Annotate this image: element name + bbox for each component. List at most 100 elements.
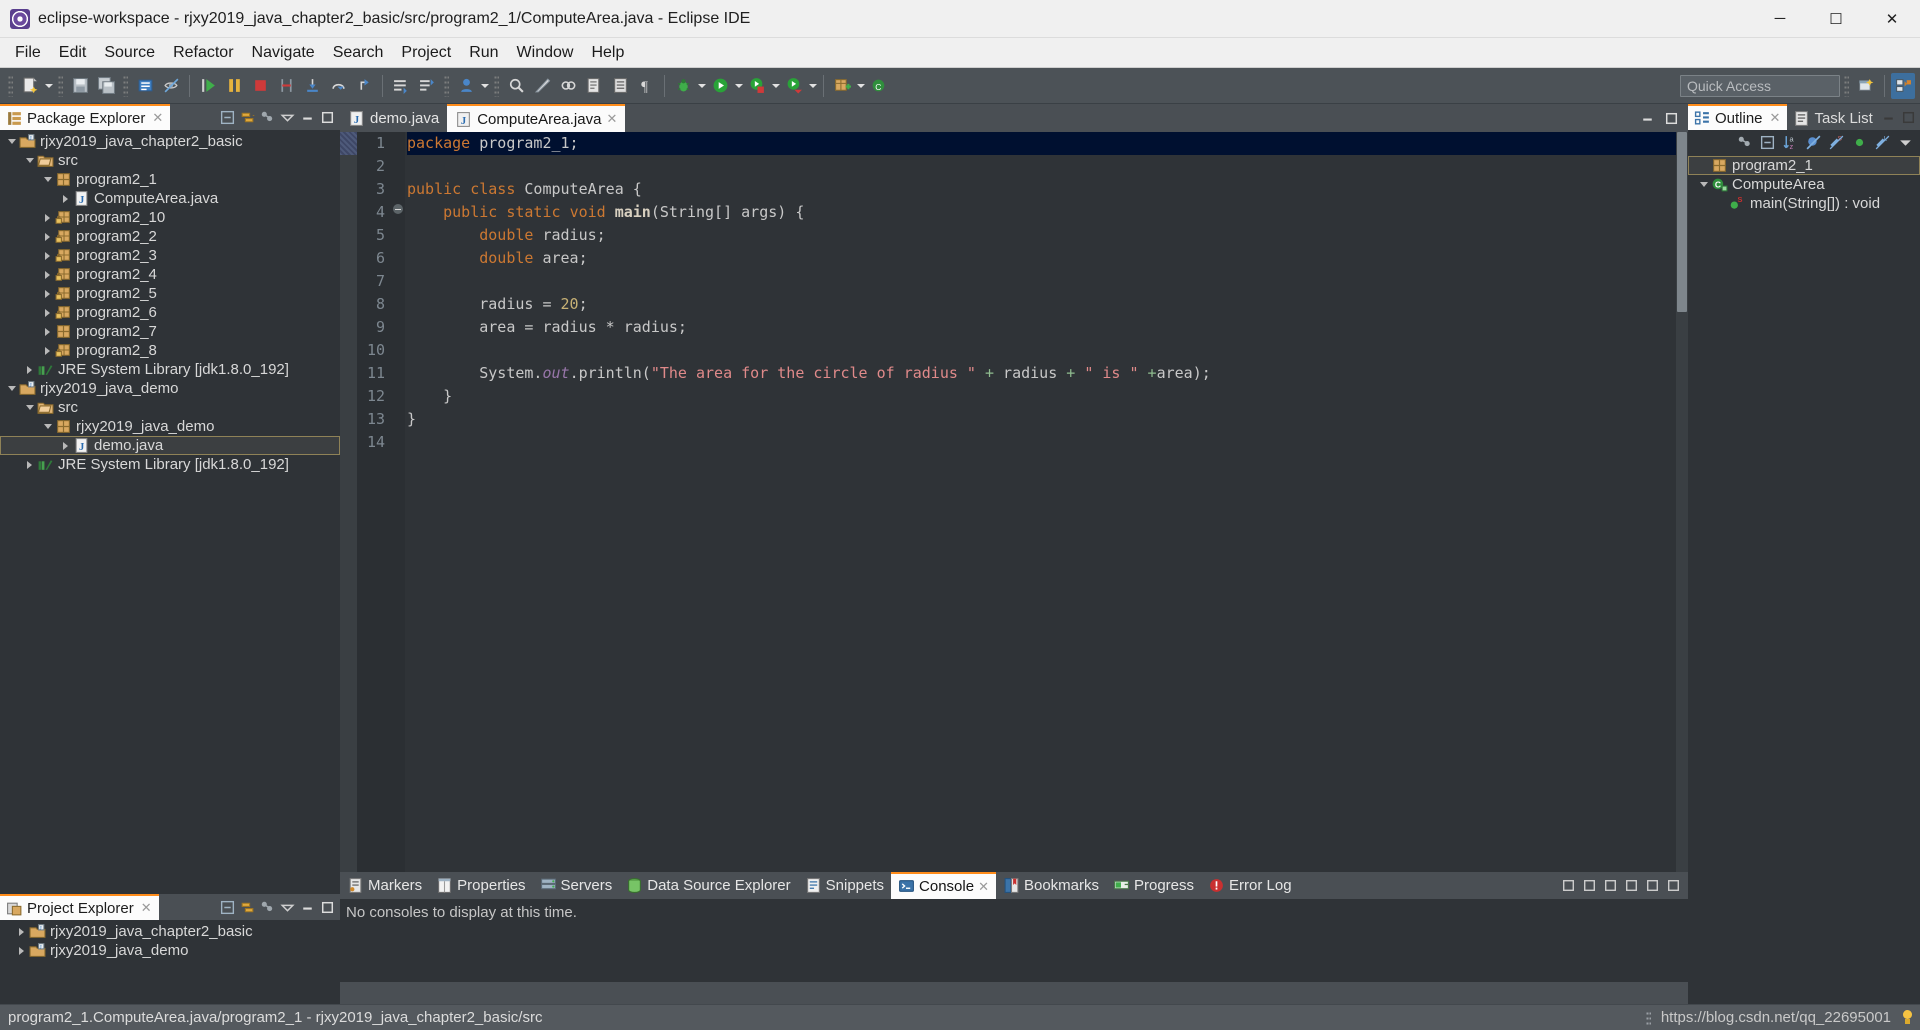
tree-row[interactable]: Jdemo.java [0, 436, 340, 455]
twisty-expanded-icon[interactable] [40, 417, 55, 436]
twisty-collapsed-icon[interactable] [40, 284, 55, 303]
minimize-icon[interactable] [298, 898, 316, 916]
twisty-collapsed-icon[interactable] [58, 189, 73, 208]
editor-tab-computearea[interactable]: J ComputeArea.java ✕ [447, 104, 626, 132]
code-line[interactable]: public class ComputeArea { [407, 178, 1688, 201]
maximize-button[interactable]: ☐ [1808, 0, 1864, 37]
menu-run[interactable]: Run [460, 40, 507, 66]
twisty-collapsed-icon[interactable] [40, 322, 55, 341]
run-icon[interactable] [708, 73, 732, 99]
twisty-collapsed-icon[interactable] [14, 941, 29, 960]
code-line[interactable] [407, 431, 1688, 454]
run-external-icon[interactable] [745, 73, 769, 99]
tree-row[interactable]: src [0, 151, 340, 170]
new-java-project-dropdown[interactable] [479, 73, 490, 99]
chevron-down-icon[interactable] [1896, 133, 1914, 151]
collapse-all-icon[interactable] [218, 898, 236, 916]
code-editor[interactable]: 1 2 3 4 5 6 7 8 9 10 11 12 13 14 package program2_1; … [340, 132, 1688, 872]
coverage-dropdown[interactable] [807, 73, 818, 99]
hide-nonpublic-icon[interactable] [1850, 133, 1868, 151]
bottom-tab-close[interactable]: ✕ [978, 879, 989, 895]
outline-maximize-button[interactable] [1900, 108, 1918, 126]
debug-dropdown[interactable] [696, 73, 707, 99]
code-line[interactable]: package program2_1; [407, 132, 1688, 155]
view-menu-icon[interactable] [1622, 877, 1640, 895]
console-menu-icon[interactable] [1601, 877, 1619, 895]
suspend-icon[interactable] [222, 73, 246, 99]
tree-row[interactable]: Jrjxy2019_java_demo [0, 941, 340, 960]
menu-refactor[interactable]: Refactor [164, 40, 242, 66]
tree-row[interactable]: program2_10 [0, 208, 340, 227]
editor-vscrollbar-thumb[interactable] [1677, 132, 1687, 312]
twisty-expanded-icon[interactable] [1696, 175, 1711, 194]
step-over-icon[interactable] [326, 73, 350, 99]
maximize-icon[interactable] [318, 898, 336, 916]
bottom-tab-console[interactable]: Console ✕ [891, 872, 996, 899]
twisty-collapsed-icon[interactable] [40, 303, 55, 322]
search-icon[interactable] [504, 73, 528, 99]
twisty-collapsed-icon[interactable] [40, 246, 55, 265]
link-icon[interactable] [556, 73, 580, 99]
outline-tab-close[interactable]: ✕ [1770, 110, 1781, 126]
tab-package-explorer[interactable]: Package Explorer ✕ [0, 104, 171, 130]
code-line[interactable]: public static void main(String[] args) { [407, 201, 1688, 224]
code-line[interactable]: double area; [407, 247, 1688, 270]
close-button[interactable]: ✕ [1864, 0, 1920, 37]
run-dropdown[interactable] [733, 73, 744, 99]
tree-row[interactable]: Jrjxy2019_java_chapter2_basic [0, 132, 340, 151]
source-code[interactable]: package program2_1; public class Compute… [405, 132, 1688, 872]
menu-source[interactable]: Source [95, 40, 164, 66]
bottom-tab-progress[interactable]: Progress [1106, 872, 1201, 899]
editor-minimize-button[interactable] [1638, 109, 1656, 127]
code-line[interactable]: } [407, 385, 1688, 408]
tree-row[interactable]: Jrjxy2019_java_chapter2_basic [0, 922, 340, 941]
new-task-icon[interactable] [415, 73, 439, 99]
twisty-collapsed-icon[interactable] [40, 265, 55, 284]
outline-tree[interactable]: program2_1 C ComputeArea Smain(String[]) : … [1688, 154, 1920, 215]
maximize-icon[interactable] [318, 108, 336, 126]
menu-file[interactable]: File [6, 40, 50, 66]
bottom-tab-markers[interactable]: Markers [340, 872, 429, 899]
open-task-list-icon[interactable] [608, 73, 632, 99]
tree-row[interactable]: C ComputeArea [1688, 175, 1920, 194]
menu-search[interactable]: Search [324, 40, 393, 66]
package-explorer-tab-close[interactable]: ✕ [152, 110, 163, 126]
minimize-icon[interactable] [298, 108, 316, 126]
open-perspective-icon[interactable] [1854, 73, 1878, 99]
tree-row[interactable]: program2_8 [0, 341, 340, 360]
console-body[interactable]: No consoles to display at this time. [340, 899, 1688, 982]
bottom-tab-data-source-explorer[interactable]: Data Source Explorer [619, 872, 797, 899]
bottom-tab-snippets[interactable]: Snippets [798, 872, 891, 899]
menu-window[interactable]: Window [508, 40, 583, 66]
open-task-icon[interactable] [389, 73, 413, 99]
view-menu-icon[interactable] [258, 108, 276, 126]
hide-local-icon[interactable]: L [1873, 133, 1891, 151]
code-line[interactable] [407, 270, 1688, 293]
twisty-collapsed-icon[interactable] [14, 922, 29, 941]
tree-row[interactable]: program2_1 [0, 170, 340, 189]
tree-row[interactable]: Smain(String[]) : void [1688, 194, 1920, 213]
toolbar-grip-2[interactable] [58, 74, 63, 97]
sort-az-icon[interactable]: az [1781, 133, 1799, 151]
toolbar-grip-5[interactable] [494, 74, 499, 97]
twisty-expanded-icon[interactable] [40, 170, 55, 189]
tree-row[interactable]: Jrjxy2019_java_demo [0, 379, 340, 398]
tree-row[interactable]: program2_6 [0, 303, 340, 322]
disconnect-icon[interactable] [274, 73, 298, 99]
editor-marker-bar[interactable] [340, 132, 357, 872]
code-line[interactable]: radius = 20; [407, 293, 1688, 316]
twisty-expanded-icon[interactable] [22, 398, 37, 417]
bottom-tab-bookmarks[interactable]: Bookmarks [996, 872, 1106, 899]
tree-row[interactable]: J ComputeArea.java [0, 189, 340, 208]
pin-console-icon[interactable] [1559, 877, 1577, 895]
twisty-collapsed-icon[interactable] [40, 227, 55, 246]
editor-tab-close[interactable]: ✕ [606, 111, 617, 127]
collapse-all-icon[interactable] [218, 108, 236, 126]
build-icon[interactable] [530, 73, 554, 99]
bottom-tab-servers[interactable]: Servers [533, 872, 620, 899]
tree-row[interactable]: JRE System Library [jdk1.8.0_192] [0, 360, 340, 379]
twisty-expanded-icon[interactable] [4, 379, 19, 398]
link-with-editor-icon[interactable] [238, 898, 256, 916]
tree-row[interactable]: program2_3 [0, 246, 340, 265]
code-line[interactable]: area = radius * radius; [407, 316, 1688, 339]
